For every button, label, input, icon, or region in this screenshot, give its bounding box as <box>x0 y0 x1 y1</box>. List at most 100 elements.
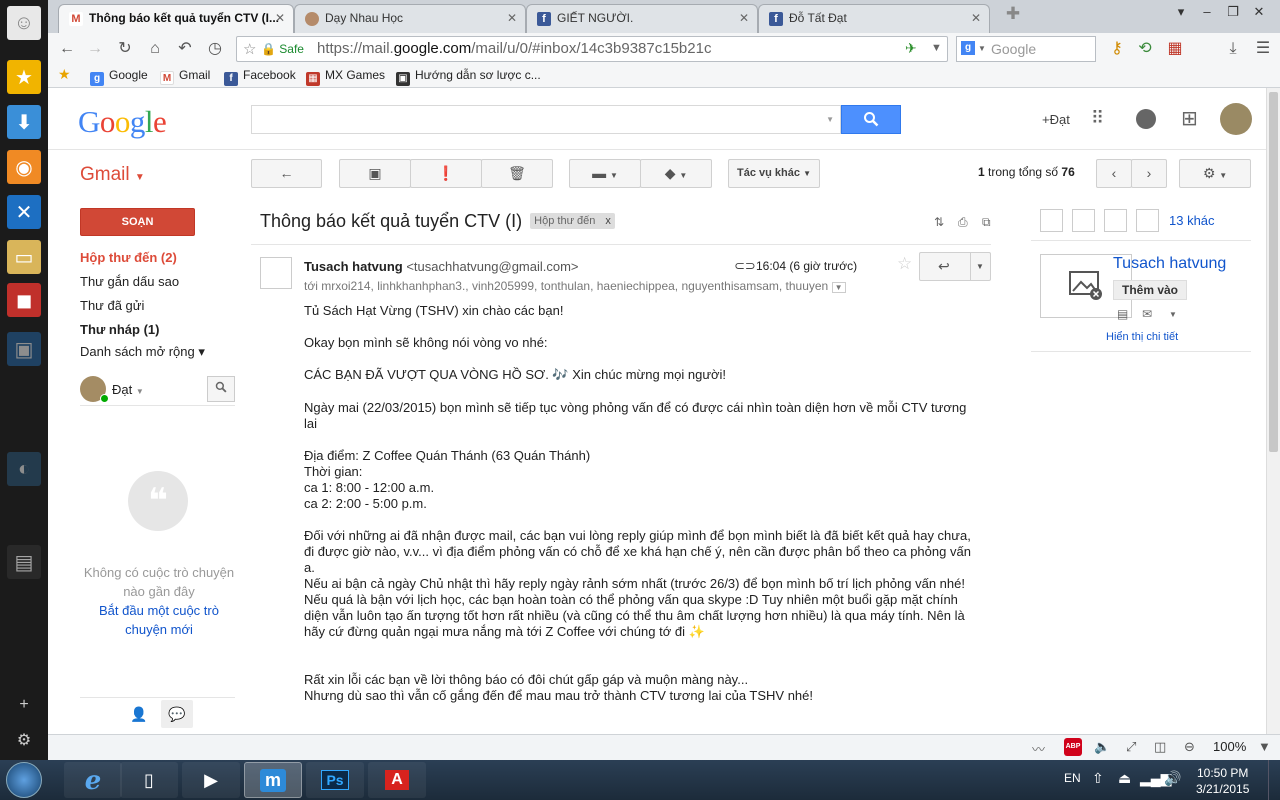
close-icon[interactable]: ✕ <box>507 11 517 25</box>
older-button[interactable]: › <box>1131 159 1167 188</box>
mxgames-ext-icon[interactable]: ▦ <box>1164 38 1186 60</box>
back-icon[interactable]: ← <box>56 38 78 60</box>
hangouts-chat-icon[interactable]: 💬 <box>161 700 193 728</box>
nav-inbox[interactable]: Hộp thư đến (2) <box>80 250 177 265</box>
people-slot[interactable] <box>1136 209 1159 232</box>
photoshop-icon[interactable]: Ps <box>306 762 364 798</box>
reload-icon[interactable]: ↻ <box>114 38 136 60</box>
mail-search-input[interactable]: ▼ <box>251 105 841 134</box>
acrobat-icon[interactable]: A <box>368 762 426 798</box>
show-details-icon[interactable]: ▼ <box>831 282 846 293</box>
more-people-link[interactable]: 13 khác <box>1169 213 1215 228</box>
split-view-icon[interactable]: ◫ <box>1154 739 1166 755</box>
volume-icon[interactable]: 🔊 <box>1164 770 1181 787</box>
avatar[interactable] <box>1220 103 1252 135</box>
chevron-down-icon[interactable]: ▼ <box>978 44 986 53</box>
usb-icon[interactable]: ⏏ <box>1118 770 1131 787</box>
download-app-icon[interactable]: ⬇ <box>7 105 41 139</box>
labels-button[interactable]: ◆ ▼ <box>640 159 712 188</box>
new-tab-icon[interactable]: ✚ <box>1000 4 1026 24</box>
tab-do-tat-dat[interactable]: f Đỗ Tất Đạt ✕ <box>758 4 990 33</box>
bookmark-gmail[interactable]: M Gmail <box>160 68 210 85</box>
maximize-icon[interactable]: ❐ <box>1220 2 1246 22</box>
smiley-icon[interactable]: ☺ <box>7 6 41 40</box>
chevron-down-icon[interactable]: ▼ <box>1258 739 1271 754</box>
scrollbar-thumb[interactable] <box>1269 92 1278 452</box>
home-icon[interactable]: ⌂ <box>144 38 166 60</box>
zoom-out-icon[interactable]: ⊖ <box>1184 739 1195 755</box>
people-slot[interactable] <box>1072 209 1095 232</box>
reply-button[interactable]: ↩ ▼ <box>919 252 991 281</box>
tools-icon[interactable]: ✕ <box>7 195 41 229</box>
plus-profile-link[interactable]: +Đạt <box>1042 112 1070 127</box>
more-actions-button[interactable]: Tác vụ khác ▼ <box>728 159 820 188</box>
tab-day-nhau-hoc[interactable]: Dạy Nhau Học ✕ <box>294 4 526 33</box>
expand-all-icon[interactable]: ⇅ <box>934 215 944 229</box>
page-scrollbar[interactable] <box>1266 88 1280 734</box>
bookmark-facebook[interactable]: f Facebook <box>224 68 296 86</box>
sender-avatar[interactable] <box>260 257 292 289</box>
tray-arrow-icon[interactable]: ⇧ <box>1092 770 1104 787</box>
bookmark-mxgames[interactable]: ▦ MX Games <box>306 68 385 86</box>
undo-icon[interactable]: ↶ <box>174 38 196 60</box>
newer-button[interactable]: ‹ <box>1096 159 1132 188</box>
contact-name[interactable]: Tusach hatvung <box>1113 255 1226 273</box>
notes-icon[interactable]: ▭ <box>7 240 41 274</box>
volume-icon[interactable]: 🔈 <box>1094 739 1110 755</box>
close-icon[interactable]: ✕ <box>739 11 749 25</box>
history-icon[interactable]: ◷ <box>204 38 226 60</box>
hangouts-search-button[interactable] <box>207 376 235 402</box>
forward-icon[interactable]: → <box>84 38 106 60</box>
notifications-icon[interactable] <box>1136 109 1156 129</box>
chevron-down-icon[interactable]: ▼ <box>826 115 834 124</box>
delete-button[interactable]: 🗑 <box>481 159 553 188</box>
system-clock[interactable]: 10:50 PM 3/21/2015 <box>1196 765 1249 797</box>
chevron-down-icon[interactable]: ▼ <box>1169 310 1177 319</box>
start-button[interactable] <box>6 762 42 798</box>
apps-grid-icon[interactable]: ⠿ <box>1091 108 1104 129</box>
minimize-icon[interactable]: – <box>1194 2 1220 22</box>
download-icon[interactable]: ⤓ <box>1222 38 1244 60</box>
start-chat-link[interactable]: Bắt đầu một cuộc trò chuyện mới <box>80 601 238 639</box>
key-icon[interactable]: ⚷ <box>1106 38 1128 60</box>
show-details-link[interactable]: Hiển thị chi tiết <box>1106 331 1178 343</box>
chevron-down-icon[interactable]: ▼ <box>976 262 984 271</box>
show-desktop-button[interactable] <box>1268 760 1280 800</box>
close-icon[interactable]: ✕ <box>971 11 981 25</box>
desktop-shortcut-icon[interactable]: ▣ <box>7 332 41 366</box>
media-player-icon[interactable]: ▶ <box>182 762 240 798</box>
share-plus-icon[interactable]: ⊞ <box>1181 106 1198 131</box>
tab-giet-nguoi[interactable]: f GIẾT NGƯỜI. ✕ <box>526 4 758 33</box>
remove-label-icon[interactable]: x <box>605 215 611 227</box>
details-icon[interactable]: ▤ <box>1117 307 1128 321</box>
extension-icon[interactable]: ✈ <box>905 40 917 57</box>
people-slot[interactable] <box>1104 209 1127 232</box>
fullscreen-icon[interactable]: ⤢ <box>1126 739 1136 755</box>
maxthon-icon[interactable]: m <box>244 762 302 798</box>
close-icon[interactable]: ✕ <box>275 11 285 25</box>
nav-more[interactable]: Danh sách mở rộng ▾ <box>80 344 205 360</box>
add-to-circles-button[interactable]: Thêm vào <box>1113 280 1188 300</box>
contacts-icon[interactable]: 👤 <box>130 706 147 723</box>
nav-sent[interactable]: Thư đã gửi <box>80 298 144 313</box>
star-icon[interactable]: ★ <box>58 66 71 83</box>
window-close-icon[interactable]: ✕ <box>1246 2 1272 22</box>
nav-drafts[interactable]: Thư nháp (1) <box>80 322 159 337</box>
hangouts-user[interactable]: Đạt ▼ <box>112 382 144 397</box>
ie-icon[interactable]: ℯ <box>64 762 122 798</box>
star-message-icon[interactable]: ☆ <box>897 254 912 274</box>
people-slot[interactable] <box>1040 209 1063 232</box>
report-spam-button[interactable]: ❗ <box>410 159 482 188</box>
settings-button[interactable]: ⚙ ▼ <box>1179 159 1251 188</box>
adblock-icon[interactable]: ABP <box>1064 738 1082 756</box>
sender[interactable]: Tusach hatvung <tusachhatvung@gmail.com> <box>304 259 579 274</box>
file-explorer-icon[interactable]: ▯ <box>120 762 178 798</box>
desktop-shortcut-icon[interactable]: ▤ <box>7 545 41 579</box>
chevron-down-icon[interactable]: ▼ <box>931 42 942 54</box>
games-icon[interactable]: ◼ <box>7 283 41 317</box>
email-icon[interactable]: ✉ <box>1142 307 1152 321</box>
bookmark-star-icon[interactable]: ☆ <box>243 40 256 58</box>
input-language[interactable]: EN <box>1064 771 1081 785</box>
address-bar[interactable]: ☆ 🔒 Safe https://mail.google.com/mail/u/… <box>236 36 948 62</box>
compose-button[interactable]: SOẠN <box>80 208 195 236</box>
